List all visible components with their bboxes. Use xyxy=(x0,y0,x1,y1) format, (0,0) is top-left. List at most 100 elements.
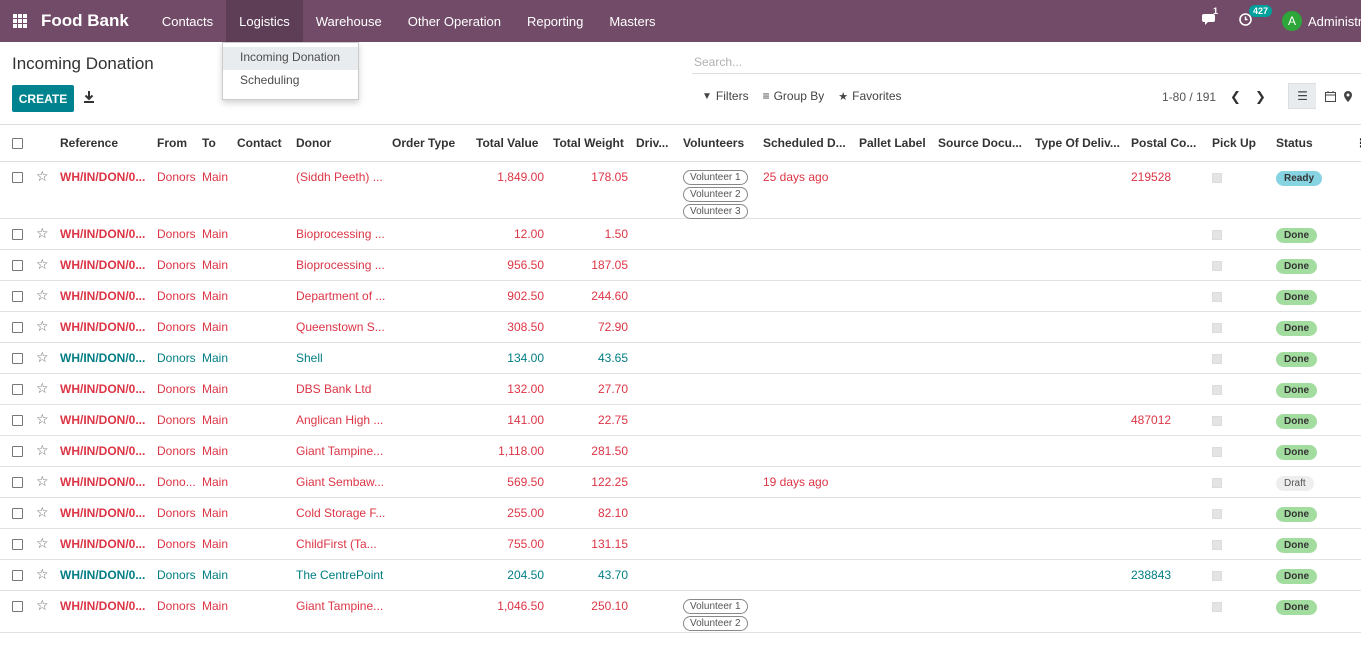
search-input[interactable] xyxy=(694,55,1361,69)
star-icon[interactable]: ☆ xyxy=(36,381,49,395)
col-scheduled-date[interactable]: Scheduled D... xyxy=(763,136,846,150)
table-row[interactable]: ☆ WH/IN/DON/0... Donors Main Bioprocessing .… xyxy=(0,219,1361,250)
volunteer-tag[interactable]: Volunteer 2 xyxy=(683,187,748,202)
star-icon[interactable]: ☆ xyxy=(36,443,49,457)
volunteer-tag[interactable]: Volunteer 3 xyxy=(683,204,748,219)
star-icon[interactable]: ☆ xyxy=(36,598,49,612)
menu-reporting[interactable]: Reporting xyxy=(514,0,596,42)
table-row[interactable]: ☆ WH/IN/DON/0... Donors Main Shell 134.00 43.6… xyxy=(0,343,1361,374)
menu-warehouse[interactable]: Warehouse xyxy=(303,0,395,42)
dropdown-item-incoming-donation[interactable]: Incoming Donation xyxy=(223,47,358,70)
table-row[interactable]: ☆ WH/IN/DON/0... Donors Main The CentrePoint… xyxy=(0,560,1361,591)
messages-button[interactable]: 1 xyxy=(1201,6,1218,29)
table-row[interactable]: ☆ WH/IN/DON/0... Donors Main Giant Tampine..… xyxy=(0,436,1361,467)
row-checkbox[interactable] xyxy=(12,384,23,395)
col-to[interactable]: To xyxy=(202,136,216,150)
optional-columns-icon[interactable]: ⋮ xyxy=(1355,136,1361,150)
star-icon[interactable]: ☆ xyxy=(36,474,49,488)
dropdown-item-scheduling[interactable]: Scheduling xyxy=(223,70,358,93)
menu-other-operation[interactable]: Other Operation xyxy=(395,0,514,42)
pager-value[interactable]: 1-80 / 191 xyxy=(1162,90,1216,104)
col-donor[interactable]: Donor xyxy=(296,136,331,150)
col-pallet-label[interactable]: Pallet Label xyxy=(859,136,926,150)
list-view-icon[interactable]: ☰ xyxy=(1288,83,1316,109)
volunteer-tag[interactable]: Volunteer 1 xyxy=(683,170,748,185)
row-checkbox[interactable] xyxy=(12,260,23,271)
cell-reference: WH/IN/DON/0... xyxy=(60,320,146,334)
col-reference[interactable]: Reference xyxy=(60,136,118,150)
star-icon[interactable]: ☆ xyxy=(36,567,49,581)
col-driver[interactable]: Driv... xyxy=(636,136,668,150)
pick-up-checkbox xyxy=(1212,173,1222,183)
volunteer-tag[interactable]: Volunteer 1 xyxy=(683,599,748,614)
download-icon[interactable] xyxy=(83,90,95,104)
col-volunteers[interactable]: Volunteers xyxy=(683,136,744,150)
table-row[interactable]: ☆ WH/IN/DON/0... Donors Main Anglican High .… xyxy=(0,405,1361,436)
row-checkbox[interactable] xyxy=(12,477,23,488)
col-total-weight[interactable]: Total Weight xyxy=(553,136,624,150)
col-pick-up[interactable]: Pick Up xyxy=(1212,136,1256,150)
row-checkbox[interactable] xyxy=(12,229,23,240)
table-row[interactable]: ☆ WH/IN/DON/0... Dono... Main Giant Sembaw..… xyxy=(0,467,1361,498)
row-checkbox[interactable] xyxy=(12,508,23,519)
cell-total-value: 141.00 xyxy=(507,413,544,427)
activities-button[interactable]: 427 xyxy=(1239,5,1272,29)
col-postal-code[interactable]: Postal Co... xyxy=(1131,136,1196,150)
star-icon[interactable]: ☆ xyxy=(36,288,49,302)
star-icon[interactable]: ☆ xyxy=(36,350,49,364)
star-icon[interactable]: ☆ xyxy=(36,319,49,333)
star-icon[interactable]: ☆ xyxy=(36,536,49,550)
row-checkbox[interactable] xyxy=(12,291,23,302)
row-checkbox[interactable] xyxy=(12,353,23,364)
star-icon[interactable]: ☆ xyxy=(36,169,49,183)
col-order-type[interactable]: Order Type xyxy=(392,136,455,150)
table-row[interactable]: ☆ WH/IN/DON/0... Donors Main Queenstown S...… xyxy=(0,312,1361,343)
menu-logistics[interactable]: Logistics xyxy=(226,0,303,42)
row-checkbox[interactable] xyxy=(12,446,23,457)
col-type-of-delivery[interactable]: Type Of Deliv... xyxy=(1035,136,1120,150)
star-icon[interactable]: ☆ xyxy=(36,412,49,426)
row-checkbox[interactable] xyxy=(12,172,23,183)
menu-masters[interactable]: Masters xyxy=(596,0,668,42)
avatar[interactable]: A xyxy=(1281,11,1302,31)
col-total-value[interactable]: Total Value xyxy=(476,136,538,150)
table-row[interactable]: ☆ WH/IN/DON/0... Donors Main Bioprocessing .… xyxy=(0,250,1361,281)
row-checkbox[interactable] xyxy=(12,570,23,581)
select-all-checkbox[interactable] xyxy=(12,138,23,149)
pager-previous-icon[interactable]: ❮ xyxy=(1230,89,1241,105)
star-icon[interactable]: ☆ xyxy=(36,226,49,240)
star-icon[interactable]: ☆ xyxy=(36,257,49,271)
star-icon[interactable]: ☆ xyxy=(36,505,49,519)
apps-grid-icon[interactable] xyxy=(13,14,27,28)
table-row[interactable]: ☆ WH/IN/DON/0... Donors Main DBS Bank Ltd 132… xyxy=(0,374,1361,405)
row-checkbox[interactable] xyxy=(12,415,23,426)
table-row[interactable]: ☆ WH/IN/DON/0... Donors Main Cold Storage F.… xyxy=(0,498,1361,529)
cell-from: Donors xyxy=(157,258,196,272)
col-from[interactable]: From xyxy=(157,136,187,150)
user-name[interactable]: Administrat xyxy=(1308,14,1361,29)
pager-next-icon[interactable]: ❯ xyxy=(1255,89,1266,105)
col-contact[interactable]: Contact xyxy=(237,136,282,150)
table-row[interactable]: ☆ WH/IN/DON/0... Donors Main (Siddh Peeth) .… xyxy=(0,162,1361,219)
table-row[interactable]: ☆ WH/IN/DON/0... Donors Main Department of .… xyxy=(0,281,1361,312)
create-button[interactable]: CREATE xyxy=(12,85,74,112)
row-checkbox[interactable] xyxy=(12,322,23,333)
table-row[interactable]: ☆ WH/IN/DON/0... Donors Main Giant Tampine..… xyxy=(0,591,1361,633)
volunteer-tag[interactable]: Volunteer 2 xyxy=(683,616,748,631)
cell-scheduled-date: 25 days ago xyxy=(763,170,829,184)
cell-total-weight: 187.05 xyxy=(591,258,628,272)
row-checkbox[interactable] xyxy=(12,601,23,612)
app-brand[interactable]: Food Bank xyxy=(41,11,129,31)
col-source-document[interactable]: Source Docu... xyxy=(938,136,1022,150)
cell-total-value: 902.50 xyxy=(507,289,544,303)
map-view-icon[interactable] xyxy=(1344,83,1358,109)
col-status[interactable]: Status xyxy=(1276,136,1313,150)
favorites-button[interactable]: ★ Favorites xyxy=(838,89,901,103)
cell-total-weight: 1.50 xyxy=(604,227,628,241)
table-row[interactable]: ☆ WH/IN/DON/0... Donors Main ChildFirst (Ta.… xyxy=(0,529,1361,560)
row-checkbox[interactable] xyxy=(12,539,23,550)
filters-button[interactable]: ▼ Filters xyxy=(702,89,749,103)
menu-contacts[interactable]: Contacts xyxy=(149,0,226,42)
calendar-view-icon[interactable] xyxy=(1316,83,1344,109)
group-by-button[interactable]: ≡ Group By xyxy=(763,89,825,103)
